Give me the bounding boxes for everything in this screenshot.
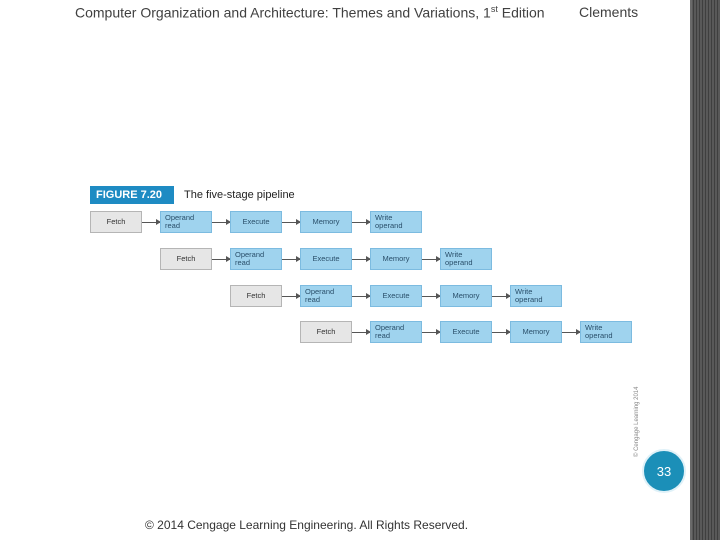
pipeline-figure: FIGURE 7.20 The five-stage pipeline Fetc… [90,185,644,457]
pipeline-stage-write-operand: Write operand [580,321,632,343]
pipeline-stage-fetch: Fetch [160,248,212,270]
pipeline-stage-execute: Execute [370,285,422,307]
stage-arrow [352,293,371,299]
stage-arrow [142,219,161,225]
pipeline-stage-execute: Execute [300,248,352,270]
stage-arrow [352,256,371,262]
stage-arrow [422,293,441,299]
pipeline-stage-operand-read: Operand read [300,285,352,307]
stage-arrow [352,219,371,225]
pipeline-stage-operand-read: Operand read [230,248,282,270]
pipeline-stage-write-operand: Write operand [370,211,422,233]
pipeline-stage-fetch: Fetch [300,321,352,343]
pipeline-stage-operand-read: Operand read [370,321,422,343]
pipeline-stage-execute: Execute [230,211,282,233]
figure-title: The five-stage pipeline [184,189,295,201]
pipeline-stage-execute: Execute [440,321,492,343]
stage-arrow [212,219,231,225]
stage-arrow [282,256,301,262]
course-title: Computer Organization and Architecture: … [75,4,545,21]
pipeline-stage-fetch: Fetch [90,211,142,233]
stage-arrow [492,293,511,299]
stage-arrow [562,329,581,335]
pipeline-stage-write-operand: Write operand [510,285,562,307]
pipeline-stage-memory: Memory [440,285,492,307]
author-name: Clements [579,4,639,20]
pipeline-stage-write-operand: Write operand [440,248,492,270]
stage-arrow [492,329,511,335]
stage-arrow [352,329,371,335]
copyright-footer: © 2014 Cengage Learning Engineering. All… [145,518,469,532]
pipeline-stage-operand-read: Operand read [160,211,212,233]
figure-credit: © Cengage Learning 2014 [634,386,640,457]
figure-tag: FIGURE 7.20 [90,186,174,204]
pipeline-stage-memory: Memory [300,211,352,233]
slide-edge-rule [690,0,692,540]
stage-arrow [282,219,301,225]
stage-arrow [422,256,441,262]
stage-arrow [212,256,231,262]
pipeline-stage-memory: Memory [370,248,422,270]
pipeline-stage-memory: Memory [510,321,562,343]
stage-arrow [282,293,301,299]
pipeline-stage-fetch: Fetch [230,285,282,307]
stage-arrow [422,329,441,335]
page-number-badge: 33 [642,449,686,493]
